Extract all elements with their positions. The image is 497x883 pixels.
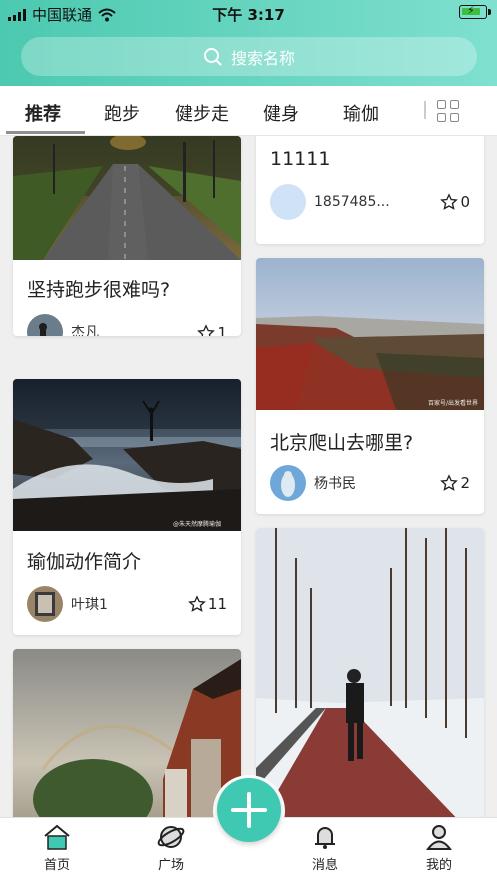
favorite-count: 1 [217, 324, 227, 336]
image-watermark: @朱天然摩腾瑜伽 [173, 521, 222, 528]
post-title: 11111 [270, 148, 331, 170]
search-icon [203, 47, 222, 66]
favorite-count: 11 [207, 595, 227, 613]
favorite-button[interactable]: 1 [197, 324, 227, 336]
planet-icon [157, 826, 185, 848]
post-card[interactable] [256, 528, 484, 817]
post-card[interactable]: 百家号/出发看世界 北京爬山去哪里? 杨书民 2 [256, 258, 484, 514]
post-author[interactable]: 1857485... [270, 184, 390, 220]
grid-menu-icon[interactable] [437, 100, 459, 122]
header: 中国联通 下午 3:17 ⚡ 搜索名称 [0, 0, 497, 86]
author-name: 杰凡 [71, 325, 99, 336]
post-feed: 坚持跑步很难吗? 杰凡 1 @朱天然摩腾瑜伽 瑜伽动作简介 叶琪1 11 111… [0, 136, 497, 817]
tab-divider [424, 101, 426, 119]
post-image [13, 136, 241, 260]
tab-recommend[interactable]: 推荐 [25, 100, 61, 126]
nav-messages[interactable]: 消息 [295, 822, 355, 873]
star-icon [440, 193, 459, 210]
post-author[interactable]: 叶琪1 [27, 586, 108, 622]
post-card[interactable]: 11111 1857485... 0 [256, 136, 484, 244]
favorite-button[interactable]: 2 [440, 474, 470, 492]
tab-fitness[interactable]: 健身 [263, 100, 299, 126]
author-name: 叶琪1 [71, 597, 108, 613]
author-name: 1857485... [314, 194, 390, 210]
user-icon [426, 825, 452, 850]
category-tabs: 推荐 跑步 健步走 健身 瑜伽 [0, 86, 497, 136]
star-icon [188, 595, 206, 612]
nav-home-label: 首页 [43, 858, 70, 873]
post-image [13, 379, 241, 531]
battery-icon: ⚡ [459, 4, 491, 19]
post-card[interactable] [13, 649, 241, 817]
star-icon [440, 474, 459, 491]
nav-profile[interactable]: 我的 [409, 822, 469, 873]
post-card[interactable]: @朱天然摩腾瑜伽 瑜伽动作简介 叶琪1 11 [13, 379, 241, 635]
add-post-button[interactable] [217, 778, 281, 842]
tab-running[interactable]: 跑步 [104, 100, 140, 126]
image-watermark: 百家号/出发看世界 [428, 400, 479, 407]
avatar [27, 586, 63, 622]
avatar [270, 184, 306, 220]
post-title: 瑜伽动作简介 [27, 551, 142, 573]
favorite-button[interactable]: 11 [188, 595, 227, 613]
post-image [256, 528, 484, 817]
nav-square-label: 广场 [157, 858, 184, 873]
post-title: 北京爬山去哪里? [270, 432, 414, 454]
post-image [13, 649, 241, 817]
status-time: 下午 3:17 [212, 6, 285, 24]
post-image [256, 258, 484, 410]
post-author[interactable]: 杨书民 [270, 465, 356, 501]
nav-home[interactable]: 首页 [27, 822, 87, 873]
nav-messages-label: 消息 [311, 858, 338, 873]
post-author[interactable]: 杰凡 [27, 314, 99, 336]
nav-profile-label: 我的 [425, 858, 452, 873]
avatar [27, 314, 63, 336]
home-icon [44, 824, 70, 850]
bell-icon [315, 827, 335, 849]
tab-walking[interactable]: 健步走 [175, 100, 229, 126]
favorite-count: 0 [460, 193, 470, 211]
search-placeholder: 搜索名称 [230, 48, 295, 68]
avatar [270, 465, 306, 501]
post-title: 坚持跑步很难吗? [27, 279, 171, 301]
tab-yoga[interactable]: 瑜伽 [343, 100, 379, 126]
post-card[interactable]: 坚持跑步很难吗? 杰凡 1 [13, 136, 241, 336]
star-icon [197, 324, 216, 336]
status-bar: 中国联通 下午 3:17 ⚡ [0, 0, 497, 26]
active-tab-indicator [6, 131, 85, 134]
author-name: 杨书民 [314, 476, 356, 492]
favorite-button[interactable]: 0 [440, 193, 470, 211]
nav-square[interactable]: 广场 [141, 822, 201, 873]
favorite-count: 2 [460, 474, 470, 492]
search-bar[interactable]: 搜索名称 [21, 37, 477, 76]
